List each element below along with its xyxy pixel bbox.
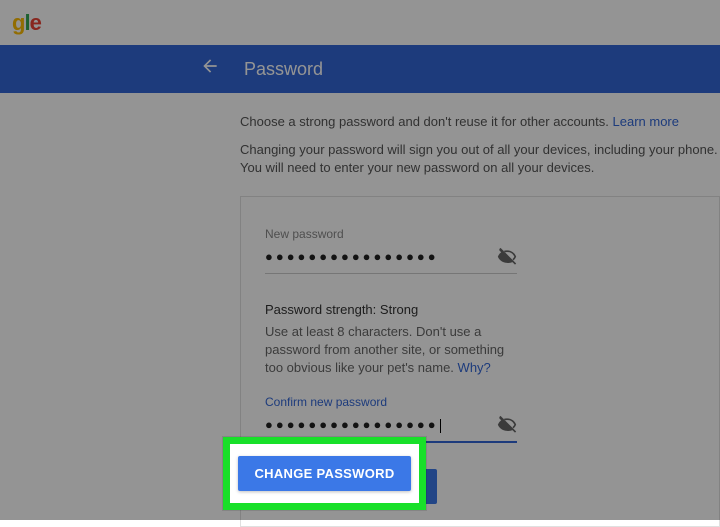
tutorial-highlight: CHANGE PASSWORD (223, 437, 426, 510)
new-password-field[interactable]: New password ●●●●●●●●●●●●●●●● (265, 227, 517, 274)
visibility-off-icon[interactable] (497, 415, 517, 435)
change-password-button[interactable]: CHANGE PASSWORD (238, 456, 410, 491)
confirm-password-value: ●●●●●●●●●●●●●●●● (265, 417, 441, 433)
new-password-value: ●●●●●●●●●●●●●●●● (265, 249, 439, 264)
why-link[interactable]: Why? (458, 360, 491, 375)
back-arrow-icon[interactable] (200, 56, 220, 82)
text-caret (440, 419, 441, 433)
confirm-password-label: Confirm new password (265, 395, 517, 409)
intro-line-2: Changing your password will sign you out… (240, 141, 720, 177)
confirm-password-field[interactable]: Confirm new password ●●●●●●●●●●●●●●●● (265, 395, 517, 443)
visibility-off-icon[interactable] (497, 247, 517, 267)
google-logo-fragment: gle (12, 10, 41, 35)
learn-more-link[interactable]: Learn more (613, 114, 679, 129)
new-password-label: New password (265, 227, 517, 241)
password-hint: Use at least 8 characters. Don't use a p… (265, 323, 525, 378)
header-bar: Password (0, 45, 720, 93)
page-title: Password (244, 59, 323, 80)
logo-area: gle (0, 0, 720, 45)
password-strength: Password strength: Strong (265, 302, 695, 317)
intro-line-1: Choose a strong password and don't reuse… (240, 113, 720, 131)
